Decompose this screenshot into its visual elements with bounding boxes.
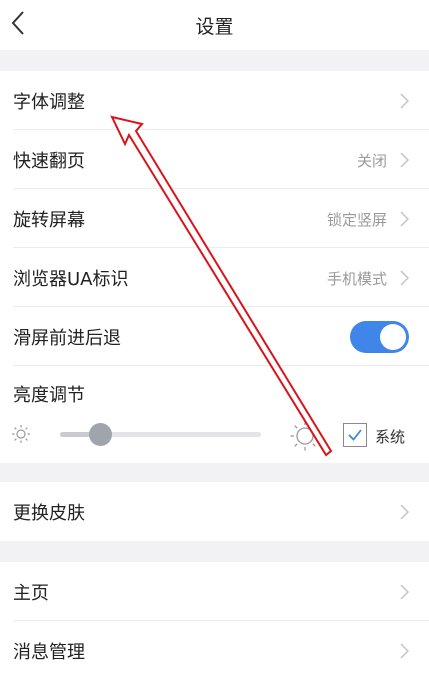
browser-ua-label: 浏览器UA标识 — [13, 269, 129, 290]
swipe-nav-label: 滑屏前进后退 — [13, 328, 121, 349]
page-turn-row[interactable]: 快速翻页 关闭 — [0, 130, 429, 189]
page-title: 设置 — [195, 16, 234, 38]
chevron-right-icon — [400, 584, 409, 600]
chevron-right-icon — [400, 152, 409, 168]
brightness-label: 亮度调节 — [13, 385, 85, 406]
chevron-right-icon — [400, 643, 409, 659]
swipe-nav-row: 滑屏前进后退 — [0, 307, 429, 366]
browser-ua-row[interactable]: 浏览器UA标识 手机模式 — [0, 248, 429, 307]
brightness-row: 亮度调节 — [0, 366, 429, 463]
settings-group-skin: 更换皮肤 — [0, 482, 429, 541]
browser-ua-value: 手机模式 — [326, 270, 387, 288]
page-turn-label: 快速翻页 — [13, 151, 85, 172]
brightness-slider-handle[interactable] — [88, 423, 112, 446]
rotate-screen-value: 锁定竖屏 — [326, 211, 387, 229]
change-skin-label: 更换皮肤 — [13, 503, 85, 524]
swipe-nav-toggle[interactable] — [350, 321, 409, 353]
message-manage-label: 消息管理 — [13, 642, 85, 663]
chevron-right-icon — [400, 93, 409, 109]
sun-large-icon — [290, 421, 320, 451]
rotate-screen-row[interactable]: 旋转屏幕 锁定竖屏 — [0, 189, 429, 248]
home-row[interactable]: 主页 — [0, 562, 429, 621]
nav-bar: 设置 — [0, 0, 429, 50]
checkmark-icon — [348, 429, 362, 441]
page-turn-value: 关闭 — [356, 152, 387, 170]
sun-small-icon — [12, 425, 30, 443]
system-brightness-checkbox[interactable] — [343, 423, 367, 447]
toggle-knob — [380, 324, 406, 350]
system-brightness-label: 系统 — [375, 428, 406, 446]
settings-group-misc: 主页 消息管理 — [0, 562, 429, 680]
font-adjust-row[interactable]: 字体调整 — [0, 71, 429, 130]
chevron-right-icon — [400, 270, 409, 286]
chevron-right-icon — [400, 504, 409, 520]
font-adjust-label: 字体调整 — [13, 92, 85, 113]
settings-group-general: 字体调整 快速翻页 关闭 旋转屏幕 锁定竖屏 浏览器UA标识 手机模式 滑屏前进… — [0, 71, 429, 463]
change-skin-row[interactable]: 更换皮肤 — [0, 482, 429, 541]
chevron-right-icon — [400, 211, 409, 227]
home-label: 主页 — [13, 583, 49, 604]
rotate-screen-label: 旋转屏幕 — [13, 210, 85, 231]
message-manage-row[interactable]: 消息管理 — [0, 621, 429, 680]
